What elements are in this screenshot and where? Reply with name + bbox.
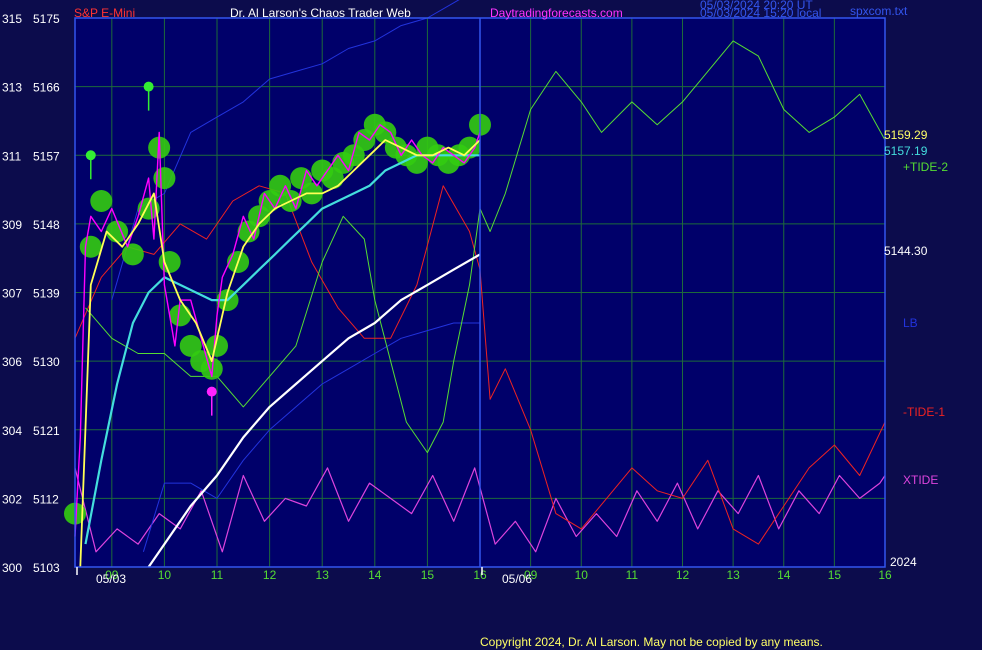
x-tick-label: 12 [676,568,690,582]
tide2-label: +TIDE-2 [903,160,948,174]
y-tick-inner: 5103 [33,561,60,575]
y-tick-inner: 5121 [33,424,60,438]
bubble [79,235,102,258]
x-tick-label: 15 [828,568,842,582]
date-label-2: 05/06 [502,572,532,586]
y-tick-outer: 307 [2,287,22,301]
x-tick-label: 14 [777,568,791,582]
bubble [158,251,181,273]
site-link[interactable]: Daytradingforecasts.com [490,6,623,20]
x-tick-label: 13 [316,568,330,582]
x-tick-label: 10 [575,568,589,582]
local-time: 05/03/2024 15:20 local [700,6,821,20]
x-tick-label: 11 [211,568,224,582]
x-tick-label: 15 [421,568,435,582]
slow-ma-value-label: 5157.19 [884,144,928,158]
x-tick-label: 13 [726,568,740,582]
y-tick-outer: 313 [2,81,22,95]
x-tick-label: 11 [626,568,639,582]
y-tick-outer: 311 [2,149,21,163]
marker-dot [143,81,154,92]
y-tick-outer: 300 [2,561,22,575]
file-name: spxcom.txt [850,4,908,18]
year-label: 2024 [890,555,917,569]
last-price-label: 5159.29 [884,128,928,142]
bubble [169,304,192,327]
y-tick-inner: 5175 [33,12,60,26]
copyright: Copyright 2024, Dr. Al Larson. May not b… [480,635,823,649]
lb-label: LB [903,316,918,330]
author-title: Dr. Al Larson's Chaos Trader Web [230,6,411,20]
xtide-label: XTIDE [903,473,938,487]
bubble [121,243,144,266]
tide1-label: -TIDE-1 [903,405,945,419]
bubble [90,190,113,212]
y-tick-outer: 315 [2,12,22,26]
y-tick-inner: 5148 [33,218,60,232]
x-tick-label: 12 [263,568,277,582]
y-tick-outer: 304 [2,424,22,438]
y-tick-outer: 306 [2,355,22,369]
chart: 300 5103 302 5112 304 5121 306 5130 307 5139 309 51… [0,0,982,650]
long-ma-value-label: 5144.30 [884,244,928,258]
y-tick-inner: 5112 [33,492,59,506]
x-tick-label: 16 [878,568,892,582]
marker-dot [206,386,217,397]
x-tick-label: 16 [473,568,487,582]
y-tick-inner: 5139 [33,287,60,301]
date-label-1: 05/03 [96,572,126,586]
marker-dot [85,150,96,161]
y-tick-outer: 309 [2,218,22,232]
x-tick-label: 14 [368,568,382,582]
y-tick-inner: 5130 [33,355,60,369]
y-tick-outer: 302 [2,492,22,506]
x-tick-label: 10 [158,568,172,582]
y-tick-inner: 5157 [33,149,60,163]
instrument-title: S&P E-Mini [74,6,135,20]
y-tick-inner: 5166 [33,81,60,95]
